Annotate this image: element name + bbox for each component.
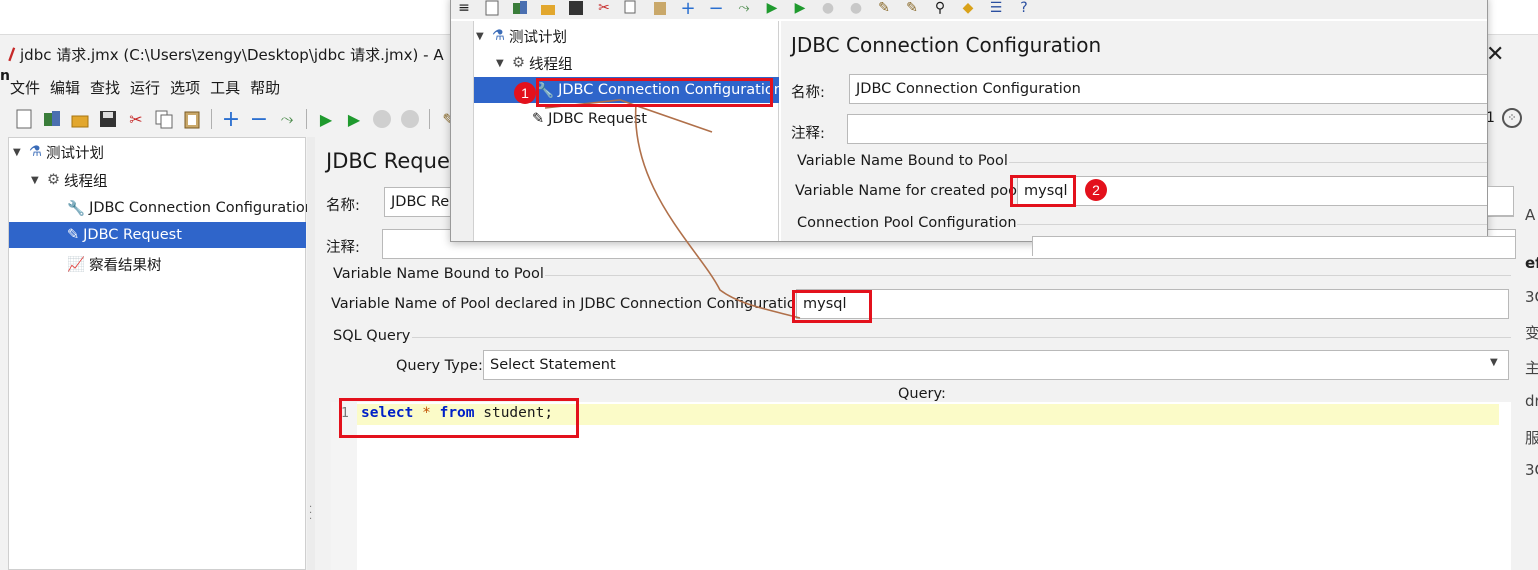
highlight-box-pool-name xyxy=(792,290,872,323)
arrow-curve xyxy=(634,103,801,319)
annotation-badge-1: 1 xyxy=(514,82,536,104)
highlight-box-config-node xyxy=(536,78,773,107)
annotation-badge-2: 2 xyxy=(1085,179,1107,201)
highlight-box-var-name xyxy=(1010,175,1076,207)
highlight-box-query xyxy=(339,398,579,438)
